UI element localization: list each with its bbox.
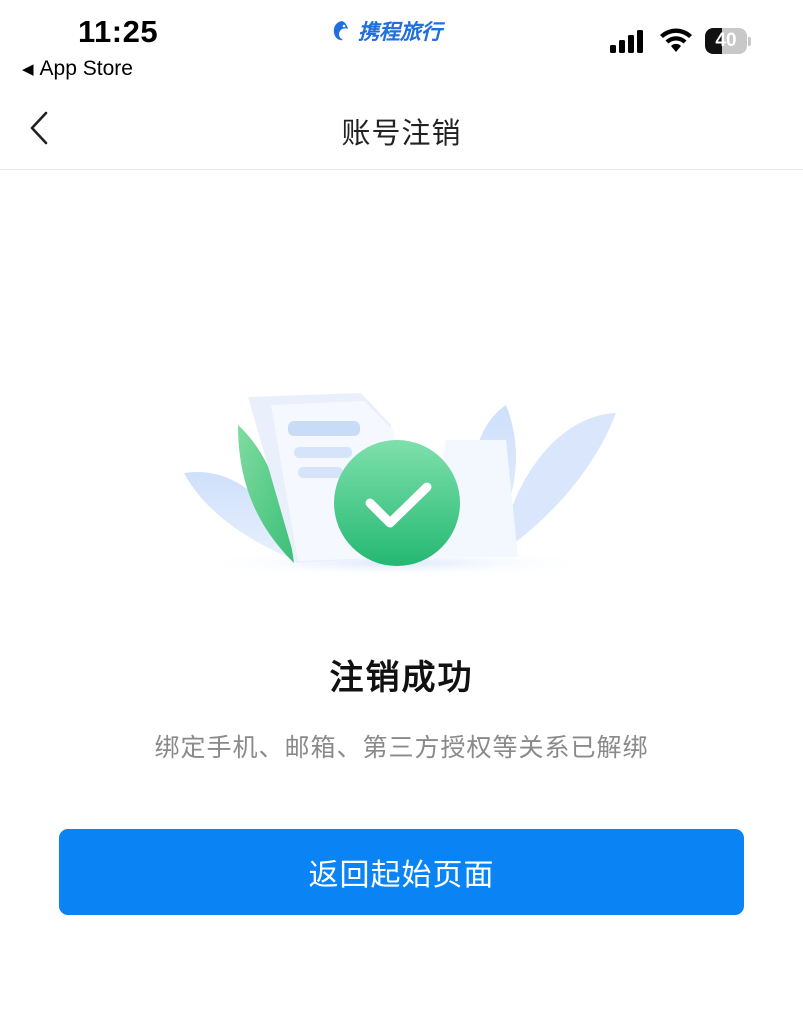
status-time: 11:25 [78, 14, 159, 49]
back-app-label: App Store [39, 57, 133, 80]
status-indicators: 40 [609, 28, 751, 54]
cellular-signal-icon [610, 30, 643, 53]
back-to-app-store[interactable]: ◀ App Store [22, 57, 133, 81]
return-home-button[interactable]: 返回起始页面 [59, 829, 744, 915]
nav-bar: 账号注销 [0, 90, 803, 170]
result-title: 注销成功 [329, 658, 474, 698]
brand-name: 携程旅行 [358, 20, 442, 44]
wifi-icon [660, 28, 692, 52]
result-description: 绑定手机、邮箱、第三方授权等关系已解绑 [154, 733, 649, 762]
battery-level: 40 [715, 30, 737, 51]
brand-logo: 携程旅行 [330, 16, 442, 46]
success-illustration [176, 385, 626, 585]
document-success-icon [184, 393, 616, 577]
account-cancel-page: 11:25 ◀ App Store 携程旅行 40 账号注销 注销成功 绑定手机… [0, 0, 803, 1024]
back-triangle-icon: ◀ [22, 61, 34, 78]
status-bar: 11:25 ◀ App Store 携程旅行 40 [0, 0, 803, 90]
page-title: 账号注销 [341, 116, 462, 150]
dolphin-icon [333, 21, 348, 41]
battery-indicator: 40 [705, 28, 751, 54]
